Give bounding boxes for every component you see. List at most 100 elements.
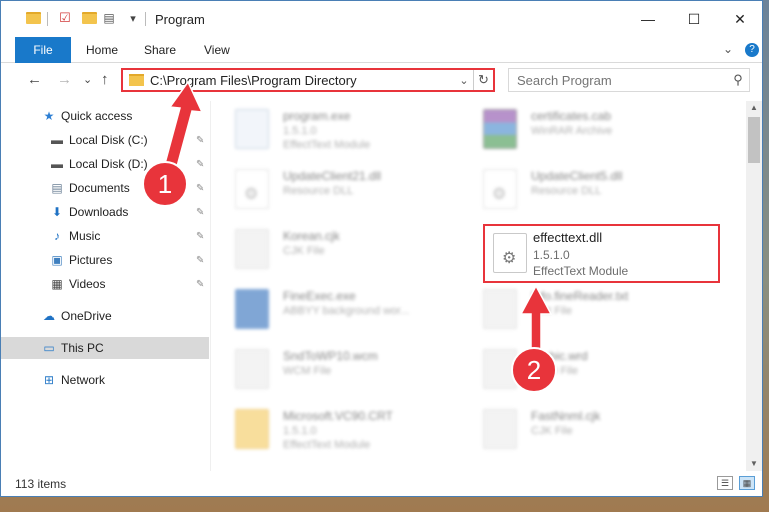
list-item[interactable]: FineExec.exe ABBYY background wor... xyxy=(213,283,463,339)
scroll-up-icon[interactable]: ▲ xyxy=(746,101,762,115)
file-detail: Resource DLL xyxy=(531,185,602,197)
minimize-button[interactable]: — xyxy=(625,1,671,37)
network-icon: ⊞ xyxy=(43,373,55,387)
sidebar-item-onedrive[interactable]: ☁ OneDrive xyxy=(1,305,209,327)
address-dropdown-icon[interactable]: ⌄ xyxy=(455,74,473,87)
list-item[interactable]: Arabic.wrd WRD File xyxy=(461,343,711,399)
explorer-window: ☑ ▤ ▾ Program — ☐ ✕ File Home Share View… xyxy=(0,0,763,497)
list-item[interactable]: FastNnml.cjk CJK File xyxy=(461,403,711,459)
scroll-down-icon[interactable]: ▼ xyxy=(746,457,762,471)
properties-icon[interactable]: ☑ xyxy=(57,10,73,26)
sidebar-item-this-pc[interactable]: ▭ This PC xyxy=(1,337,209,359)
file-name: FastNnml.cjk xyxy=(531,409,601,423)
help-icon[interactable]: ? xyxy=(745,43,759,57)
sidebar-item-quick-access[interactable]: ★ Quick access xyxy=(1,105,209,127)
file-detail: CJK File xyxy=(283,245,325,257)
list-item[interactable]: Info.fineReader.txt Text File xyxy=(461,283,711,339)
back-button[interactable]: ← xyxy=(27,71,42,88)
drive-icon: ▬ xyxy=(51,133,63,147)
sidebar-item-local-disk-d[interactable]: ▬ Local Disk (D:) ✎ xyxy=(1,153,209,175)
close-button[interactable]: ✕ xyxy=(717,1,762,37)
sidebar-item-documents[interactable]: ▤ Documents ✎ xyxy=(1,177,209,199)
sidebar-item-pictures[interactable]: ▣ Pictures ✎ xyxy=(1,249,209,271)
pin-icon[interactable]: ✎ xyxy=(196,279,204,290)
sidebar-item-label: Network xyxy=(61,373,106,387)
pin-icon[interactable]: ✎ xyxy=(196,135,204,146)
sidebar-item-network[interactable]: ⊞ Network xyxy=(1,369,209,391)
file-detail: EffectText Module xyxy=(283,439,371,451)
forward-button[interactable]: → xyxy=(57,71,72,88)
refresh-button[interactable]: ↻ xyxy=(473,70,493,90)
file-icon xyxy=(483,349,517,389)
list-item[interactable]: SndToWP10.wcm WCM File xyxy=(213,343,463,399)
tab-share[interactable]: Share xyxy=(144,43,176,57)
pin-icon[interactable]: ✎ xyxy=(196,159,204,170)
customize-icon[interactable]: ▤ xyxy=(101,10,117,26)
file-name: UpdateClient21.dll xyxy=(283,169,382,183)
list-item[interactable]: UpdateClient21.dll Resource DLL xyxy=(213,163,463,219)
details-view-icon[interactable]: ☰ xyxy=(717,476,733,490)
new-folder-icon[interactable] xyxy=(81,10,97,26)
tab-home[interactable]: Home xyxy=(86,43,118,57)
file-detail: 1.5.1.0 xyxy=(283,425,317,437)
separator xyxy=(145,12,146,26)
sidebar-item-videos[interactable]: ▦ Videos ✎ xyxy=(1,273,209,295)
status-bar: 113 items ☰ ▦ xyxy=(1,471,762,496)
search-input[interactable] xyxy=(517,72,727,88)
sidebar-item-label: Local Disk (D:) xyxy=(69,157,148,171)
tab-file[interactable]: File xyxy=(15,37,71,63)
download-icon: ⬇ xyxy=(51,205,63,219)
file-list: program.exe 1.5.1.0 EffectText Module ce… xyxy=(213,101,746,471)
file-detail: ABBYY background wor... xyxy=(283,305,410,317)
folder-icon xyxy=(235,409,269,449)
search-icon[interactable]: ⚲ xyxy=(727,72,749,88)
file-name: certificates.cab xyxy=(531,109,612,123)
blurred-file-grid: program.exe 1.5.1.0 EffectText Module ce… xyxy=(213,101,746,471)
sidebar-item-music[interactable]: ♪ Music ✎ xyxy=(1,225,209,247)
sidebar-item-label: This PC xyxy=(61,341,104,355)
address-bar[interactable]: C:\Program Files\Program Directory ⌄ ↻ xyxy=(121,68,495,92)
sidebar-item-label: OneDrive xyxy=(61,309,112,323)
sidebar-item-local-disk-c[interactable]: ▬ Local Disk (C:) ✎ xyxy=(1,129,209,151)
quick-access-dropdown-icon[interactable]: ▾ xyxy=(125,10,141,26)
exe-file-icon xyxy=(235,289,269,329)
pin-icon[interactable]: ✎ xyxy=(196,255,204,266)
vertical-scrollbar[interactable]: ▲ ▼ xyxy=(746,101,762,471)
selected-file-effecttext-dll[interactable]: effecttext.dll 1.5.1.0 EffectText Module xyxy=(483,224,720,283)
large-icons-view-icon[interactable]: ▦ xyxy=(739,476,755,490)
item-count: 113 items xyxy=(15,477,67,491)
file-detail: WRD File xyxy=(531,365,579,377)
scroll-thumb[interactable] xyxy=(748,117,760,163)
recent-locations-button[interactable]: ⌄ xyxy=(83,73,92,86)
sidebar-item-downloads[interactable]: ⬇ Downloads ✎ xyxy=(1,201,209,223)
file-detail: WCM File xyxy=(283,365,332,377)
expand-ribbon-icon[interactable]: ⌄ xyxy=(723,42,733,56)
file-name: program.exe xyxy=(283,109,351,123)
file-detail: Text File xyxy=(531,305,572,317)
list-item[interactable]: UpdateClient5.dll Resource DLL xyxy=(461,163,711,219)
file-detail: EffectText Module xyxy=(283,139,371,151)
pin-icon[interactable]: ✎ xyxy=(196,231,204,242)
archive-file-icon xyxy=(483,109,517,149)
document-icon: ▤ xyxy=(51,181,63,195)
list-item[interactable]: Microsoft.VC90.CRT 1.5.1.0 EffectText Mo… xyxy=(213,403,463,459)
dll-file-icon xyxy=(235,169,269,209)
list-item[interactable]: certificates.cab WinRAR Archive xyxy=(461,103,711,159)
maximize-button[interactable]: ☐ xyxy=(671,1,717,37)
pin-icon[interactable]: ✎ xyxy=(196,183,204,194)
pin-icon[interactable]: ✎ xyxy=(196,207,204,218)
list-item[interactable]: Korean.cjk CJK File xyxy=(213,223,463,279)
sidebar-item-label: Pictures xyxy=(69,253,113,267)
file-name: Info.fineReader.txt xyxy=(531,289,629,303)
search-box[interactable]: ⚲ xyxy=(508,68,750,92)
music-icon: ♪ xyxy=(54,229,60,243)
up-button[interactable]: ↑ xyxy=(101,71,109,88)
file-name: Korean.cjk xyxy=(283,229,340,243)
list-item[interactable]: program.exe 1.5.1.0 EffectText Module xyxy=(213,103,463,159)
tab-view[interactable]: View xyxy=(204,43,230,57)
address-path[interactable]: C:\Program Files\Program Directory xyxy=(150,73,455,88)
folder-icon[interactable] xyxy=(25,10,41,26)
drive-icon: ▬ xyxy=(51,157,63,171)
sidebar-item-label: Downloads xyxy=(69,205,129,219)
file-detail: WinRAR Archive xyxy=(531,125,613,137)
